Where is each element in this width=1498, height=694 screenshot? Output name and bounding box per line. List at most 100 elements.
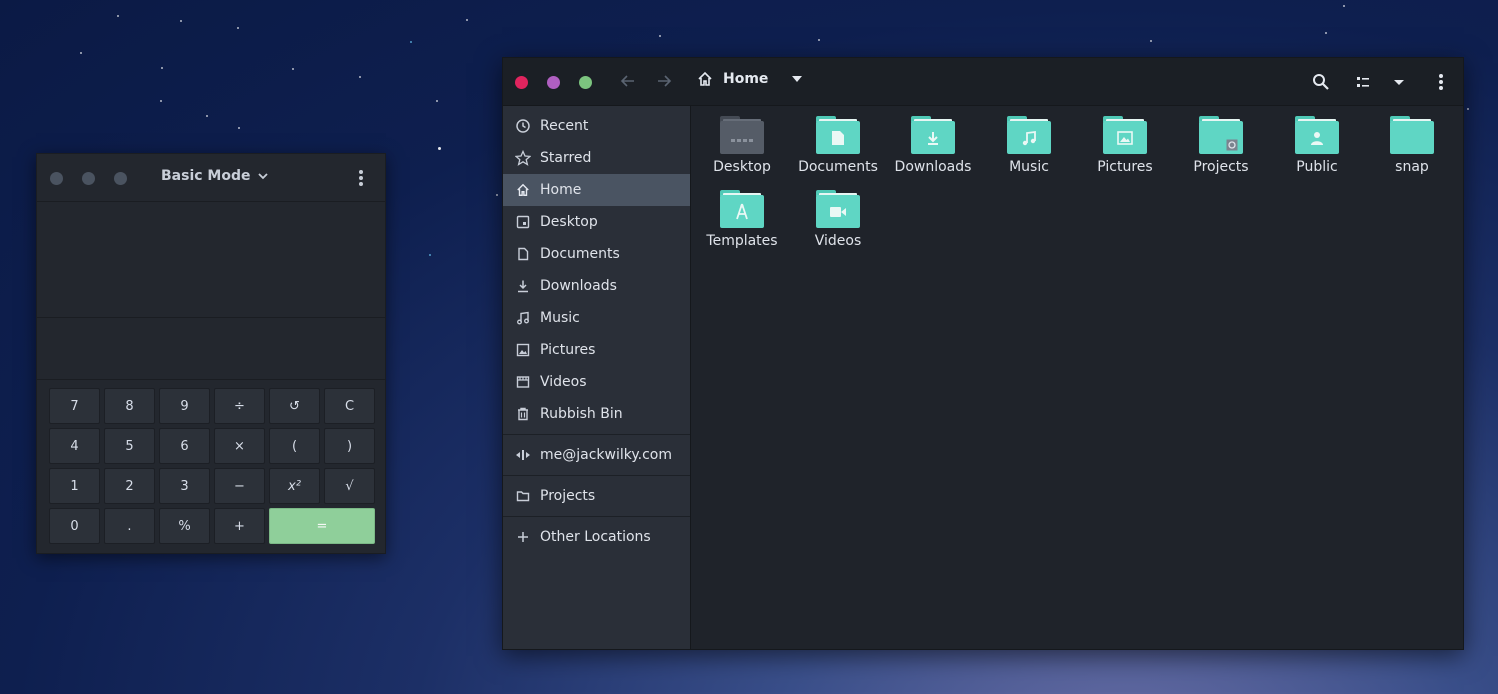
sidebar-item-videos[interactable]: Videos	[503, 366, 690, 398]
key-0[interactable]: 0	[49, 508, 100, 544]
download-icon	[515, 278, 531, 294]
file-item-projects[interactable]: Projects	[1173, 116, 1269, 175]
close-button[interactable]	[50, 172, 63, 185]
menu-icon[interactable]	[1429, 70, 1453, 94]
file-item-templates[interactable]: Templates	[694, 190, 790, 249]
home-icon	[698, 71, 712, 86]
sidebar-item-label: Downloads	[540, 278, 617, 294]
file-item-videos[interactable]: Videos	[790, 190, 886, 249]
maximize-button[interactable]	[579, 76, 592, 89]
sidebar-item-label: Desktop	[540, 214, 598, 230]
sidebar-item-recent[interactable]: Recent	[503, 110, 690, 142]
key-subtract[interactable]: −	[214, 468, 265, 504]
file-label: Videos	[814, 233, 862, 249]
view-options-icon[interactable]	[1387, 70, 1411, 94]
undo-key[interactable]: ↺	[269, 388, 320, 424]
file-label: Downloads	[894, 159, 972, 175]
file-item-music[interactable]: Music	[981, 116, 1077, 175]
music-icon	[515, 310, 531, 326]
key-divide[interactable]: ÷	[214, 388, 265, 424]
file-manager-window: Home Recent Starred Home Desktop Documen…	[502, 57, 1464, 650]
file-item-pictures[interactable]: Pictures	[1077, 116, 1173, 175]
sidebar-item-label: Projects	[540, 488, 596, 504]
sidebar-item-home[interactable]: Home	[503, 174, 690, 206]
file-item-desktop[interactable]: Desktop	[694, 116, 790, 175]
sidebar-item-downloads[interactable]: Downloads	[503, 270, 690, 302]
close-button[interactable]	[515, 76, 528, 89]
key-4[interactable]: 4	[49, 428, 100, 464]
video-icon	[515, 374, 531, 390]
sidebar-separator	[503, 434, 690, 435]
folder-icon	[1390, 116, 1434, 154]
key-square[interactable]: x²	[269, 468, 320, 504]
path-title: Home	[723, 71, 769, 87]
keypad: 7 8 9 ÷ ↺ C 4 5 6 × ( ) 1 2 3 − x² √ 0 .…	[49, 388, 375, 544]
sidebar-item-music[interactable]: Music	[503, 302, 690, 334]
minimize-button[interactable]	[547, 76, 560, 89]
key-equals[interactable]: =	[269, 508, 375, 544]
file-item-documents[interactable]: Documents	[790, 116, 886, 175]
file-item-downloads[interactable]: Downloads	[885, 116, 981, 175]
sidebar-item-label: Videos	[540, 374, 587, 390]
key-1[interactable]: 1	[49, 468, 100, 504]
videos-folder-icon	[816, 190, 860, 228]
desktop-icon	[515, 214, 531, 230]
sidebar-item-documents[interactable]: Documents	[503, 238, 690, 270]
maximize-button[interactable]	[114, 172, 127, 185]
key-5[interactable]: 5	[104, 428, 155, 464]
network-icon	[515, 447, 531, 463]
file-label: snap	[1395, 159, 1429, 175]
file-label: Public	[1296, 159, 1338, 175]
key-6[interactable]: 6	[159, 428, 210, 464]
sidebar-item-label: Pictures	[540, 342, 596, 358]
file-item-snap[interactable]: snap	[1364, 116, 1460, 175]
menu-icon[interactable]	[353, 168, 369, 188]
key-clear[interactable]: C	[324, 388, 375, 424]
sidebar-item-network-account[interactable]: me@jackwilky.com	[503, 439, 690, 471]
sidebar: Recent Starred Home Desktop Documents Do…	[503, 106, 691, 649]
downloads-folder-icon	[911, 116, 955, 154]
file-label: Music	[1009, 159, 1049, 175]
music-folder-icon	[1007, 116, 1051, 154]
minimize-button[interactable]	[82, 172, 95, 185]
result-display	[37, 202, 385, 318]
key-9[interactable]: 9	[159, 388, 210, 424]
sidebar-item-label: Home	[540, 182, 582, 198]
clock-icon	[515, 118, 531, 134]
projects-folder-icon	[1199, 116, 1243, 154]
sidebar-item-label: me@jackwilky.com	[540, 447, 673, 463]
caret-down-icon[interactable]	[790, 72, 804, 86]
file-item-public[interactable]: Public	[1269, 116, 1365, 175]
sidebar-item-label: Recent	[540, 118, 589, 134]
expression-input[interactable]	[37, 318, 385, 380]
key-percent[interactable]: %	[159, 508, 210, 544]
mode-selector[interactable]: Basic Mode	[161, 168, 269, 184]
calculator-window: Basic Mode 7 8 9 ÷ ↺ C 4 5 6 × ( ) 1 2 3…	[36, 153, 386, 554]
chevron-down-icon	[257, 173, 268, 180]
key-close-paren[interactable]: )	[324, 428, 375, 464]
key-8[interactable]: 8	[104, 388, 155, 424]
calculator-header: Basic Mode	[37, 154, 385, 202]
search-icon[interactable]	[1309, 70, 1333, 94]
trash-icon	[515, 406, 531, 422]
forward-icon[interactable]	[653, 70, 675, 92]
back-icon[interactable]	[617, 70, 639, 92]
sidebar-item-projects[interactable]: Projects	[503, 480, 690, 512]
sidebar-separator	[503, 516, 690, 517]
sidebar-item-other-locations[interactable]: Other Locations	[503, 521, 690, 553]
key-3[interactable]: 3	[159, 468, 210, 504]
path-bar[interactable]: Home	[697, 71, 804, 87]
file-label: Templates	[706, 233, 778, 249]
sidebar-item-desktop[interactable]: Desktop	[503, 206, 690, 238]
list-view-icon[interactable]	[1351, 70, 1375, 94]
key-sqrt[interactable]: √	[324, 468, 375, 504]
sidebar-item-pictures[interactable]: Pictures	[503, 334, 690, 366]
key-multiply[interactable]: ×	[214, 428, 265, 464]
key-open-paren[interactable]: (	[269, 428, 320, 464]
key-decimal[interactable]: .	[104, 508, 155, 544]
sidebar-item-starred[interactable]: Starred	[503, 142, 690, 174]
key-add[interactable]: +	[214, 508, 265, 544]
key-7[interactable]: 7	[49, 388, 100, 424]
sidebar-item-rubbish-bin[interactable]: Rubbish Bin	[503, 398, 690, 430]
key-2[interactable]: 2	[104, 468, 155, 504]
